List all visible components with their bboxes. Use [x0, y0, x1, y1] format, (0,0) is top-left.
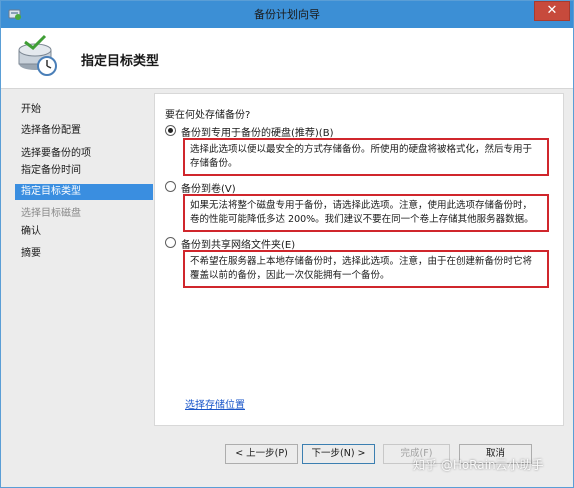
- close-icon: ✕: [546, 3, 558, 18]
- title-bar[interactable]: 备份计划向导 ✕: [1, 1, 573, 28]
- choose-storage-location-link[interactable]: 选择存储位置: [185, 396, 245, 411]
- step-target-disk: 选择目标磁盘: [21, 208, 81, 219]
- watermark: 知乎 @HoRain云小助手: [413, 458, 544, 472]
- option-label[interactable]: 备份到卷(V): [181, 180, 236, 195]
- description-line: 不希望在服务器上本地存储备份时，选择此选项。注意，由于在创建新备份时它将: [190, 256, 533, 267]
- radio-dedicated-disk[interactable]: [165, 125, 176, 136]
- radio-network-share[interactable]: [165, 237, 176, 248]
- option-label[interactable]: 备份到共享网络文件夹(E): [181, 236, 295, 251]
- step-summary[interactable]: 摘要: [15, 246, 153, 262]
- option-label[interactable]: 备份到专用于备份的硬盘(推荐)(B): [181, 124, 333, 139]
- description-line: 如果无法将整个磁盘专用于备份，请选择此选项。注意，使用此选项存储备份时，: [190, 200, 533, 211]
- option-description: 选择此选项以便以最安全的方式存储备份。所使用的硬盘将被格式化，然后专用于 存储备…: [183, 138, 549, 176]
- step-confirm[interactable]: 确认: [15, 224, 153, 240]
- previous-button[interactable]: < 上一步(P): [225, 444, 298, 464]
- step-backup-config[interactable]: 选择备份配置: [15, 123, 153, 139]
- step-start[interactable]: 开始: [15, 102, 153, 118]
- radio-volume[interactable]: [165, 181, 176, 192]
- step-backup-time[interactable]: 指定备份时间: [15, 163, 153, 179]
- option-description: 如果无法将整个磁盘专用于备份，请选择此选项。注意，使用此选项存储备份时， 卷的性…: [183, 194, 549, 232]
- option-description: 不希望在服务器上本地存储备份时，选择此选项。注意，由于在创建新备份时它将 覆盖以…: [183, 250, 549, 288]
- page-title: 指定目标类型: [81, 54, 160, 69]
- window-title: 备份计划向导: [254, 8, 320, 21]
- description-line: 选择此选项以便以最安全的方式存储备份。所使用的硬盘将被格式化，然后专用于: [190, 144, 533, 155]
- storage-question: 要在何处存储备份?: [165, 110, 251, 121]
- next-button[interactable]: 下一步(N) >: [302, 444, 375, 464]
- main-panel: 要在何处存储备份? 备份到专用于备份的硬盘(推荐)(B) 选择此选项以便以最安全…: [154, 93, 564, 426]
- step-target-type[interactable]: 指定目标类型: [15, 184, 153, 200]
- description-line: 卷的性能可能降低多达 200%。我们建议不要在同一个卷上存储其他服务器数据。: [190, 214, 534, 225]
- step-select-items[interactable]: 选择要备份的项: [15, 146, 153, 162]
- description-line: 覆盖以前的备份，因此一次仅能拥有一个备份。: [190, 270, 390, 281]
- description-line: 存储备份。: [190, 158, 238, 169]
- close-button[interactable]: ✕: [534, 1, 570, 21]
- backup-schedule-icon: [15, 34, 59, 78]
- wizard-header: 指定目标类型: [1, 28, 573, 89]
- wizard-window: 备份计划向导 ✕ 指定目标类型 开始 选择备份配置 选择要备份的项 指定备份时间…: [0, 0, 574, 488]
